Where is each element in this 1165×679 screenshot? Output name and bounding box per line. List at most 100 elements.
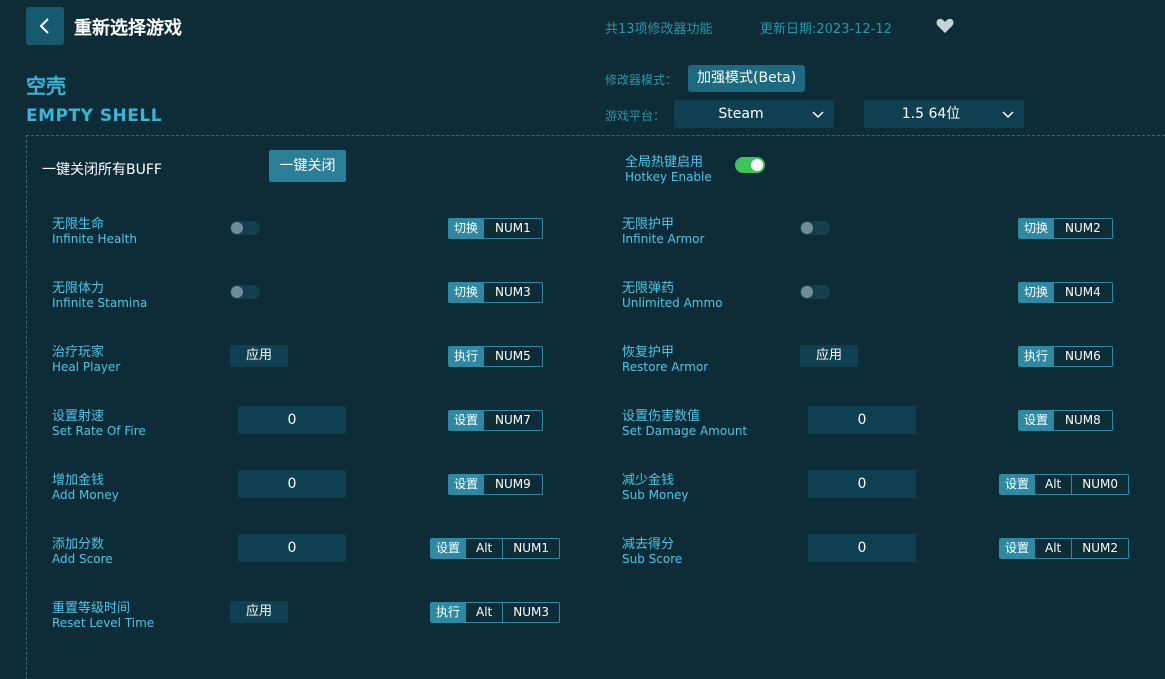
hotkey-key: NUM1: [483, 219, 542, 238]
mode-button[interactable]: 加强模式(Beta): [688, 65, 806, 92]
infinite-stamina-toggle[interactable]: [230, 285, 260, 299]
set-damage-amount-label-cn: 设置伤害数值: [622, 409, 701, 424]
infinite-stamina-hotkey[interactable]: 切换 NUM3: [448, 282, 543, 303]
unlimited-ammo-label-cn: 无限弹药: [622, 281, 675, 296]
back-button[interactable]: [26, 7, 64, 45]
hotkey-action: 设置: [449, 475, 484, 494]
sub-score-input[interactable]: 0: [808, 534, 916, 562]
platform-value: Steam: [718, 106, 764, 122]
hotkey-modifier: Alt: [465, 603, 502, 622]
infinite-armor-label-cn: 无限护甲: [622, 217, 675, 232]
hotkey-action: 设置: [431, 539, 466, 558]
hotkey-action: 切换: [1019, 219, 1054, 238]
add-money-label-en: Add Money: [52, 488, 119, 502]
hotkey-key: NUM8: [1053, 411, 1112, 430]
heal-player-label-en: Heal Player: [52, 360, 121, 374]
sub-money-hotkey[interactable]: 设置 Alt NUM0: [999, 474, 1130, 495]
version-value: 1.5 64位: [901, 106, 961, 122]
add-score-hotkey[interactable]: 设置 Alt NUM1: [430, 538, 561, 559]
platform-select[interactable]: Steam: [674, 100, 834, 128]
cheat-panel: [26, 135, 1165, 679]
unlimited-ammo-label-en: Unlimited Ammo: [622, 296, 723, 310]
all-off-button[interactable]: 一键关闭: [269, 150, 346, 182]
add-score-label-cn: 添加分数: [52, 537, 105, 552]
unlimited-ammo-hotkey[interactable]: 切换 NUM4: [1018, 282, 1113, 303]
game-name-cn: 空壳: [26, 74, 66, 98]
add-money-hotkey[interactable]: 设置 NUM9: [448, 474, 543, 495]
add-score-input[interactable]: 0: [238, 534, 346, 562]
all-off-label: 一键关闭所有BUFF: [42, 162, 162, 178]
heal-player-label-cn: 治疗玩家: [52, 345, 105, 360]
hotkey-toggle[interactable]: [735, 157, 765, 173]
hotkey-modifier: Alt: [465, 539, 502, 558]
reset-level-time-hotkey[interactable]: 执行 Alt NUM3: [430, 602, 561, 623]
hotkey-action: 执行: [449, 347, 484, 366]
feature-count: 共13项修改器功能: [605, 22, 713, 37]
reset-level-time-apply-button[interactable]: 应用: [230, 601, 288, 623]
version-select[interactable]: 1.5 64位: [864, 100, 1024, 128]
hotkey-key: NUM2: [1053, 219, 1112, 238]
hotkey-action: 切换: [1019, 283, 1054, 302]
hotkey-action: 执行: [431, 603, 466, 622]
hotkey-key: NUM2: [1071, 539, 1128, 558]
chevron-down-icon: [1002, 111, 1014, 119]
infinite-health-label-cn: 无限生命: [52, 217, 105, 232]
sub-money-label-cn: 减少金钱: [622, 473, 675, 488]
hotkey-key: NUM3: [483, 283, 542, 302]
chevron-down-icon: [812, 111, 824, 119]
app-title: 重新选择游戏: [74, 18, 182, 39]
set-rate-of-fire-hotkey[interactable]: 设置 NUM7: [448, 410, 543, 431]
infinite-armor-toggle[interactable]: [800, 221, 830, 235]
set-damage-amount-input[interactable]: 0: [808, 406, 916, 434]
platform-label: 游戏平台：: [605, 109, 666, 123]
restore-armor-label-en: Restore Armor: [622, 360, 709, 374]
set-rate-of-fire-input[interactable]: 0: [238, 406, 346, 434]
add-money-input[interactable]: 0: [238, 470, 346, 498]
set-damage-amount-label-en: Set Damage Amount: [622, 424, 748, 438]
mode-label: 修改器模式：: [605, 73, 678, 87]
hotkey-key: NUM7: [483, 411, 542, 430]
add-score-label-en: Add Score: [52, 552, 113, 566]
infinite-stamina-label-cn: 无限体力: [52, 281, 105, 296]
sub-score-label-cn: 减去得分: [622, 537, 675, 552]
infinite-armor-label-en: Infinite Armor: [622, 232, 705, 246]
sub-money-input[interactable]: 0: [808, 470, 916, 498]
hotkey-action: 设置: [1000, 539, 1035, 558]
game-name-en: EMPTY SHELL: [26, 106, 163, 126]
hotkey-action: 设置: [449, 411, 484, 430]
set-damage-amount-hotkey[interactable]: 设置 NUM8: [1018, 410, 1113, 431]
sub-score-label-en: Sub Score: [622, 552, 683, 566]
infinite-stamina-label-en: Infinite Stamina: [52, 296, 148, 310]
sub-money-label-en: Sub Money: [622, 488, 689, 502]
hotkey-key: NUM0: [1071, 475, 1128, 494]
hotkey-action: 切换: [449, 219, 484, 238]
hotkey-action: 设置: [1019, 411, 1054, 430]
infinite-health-toggle[interactable]: [230, 221, 260, 235]
add-money-label-cn: 增加金钱: [52, 473, 105, 488]
reset-level-time-label-cn: 重置等级时间: [52, 601, 131, 616]
infinite-health-label-en: Infinite Health: [52, 232, 137, 246]
heal-player-hotkey[interactable]: 执行 NUM5: [448, 346, 543, 367]
set-rate-of-fire-label-cn: 设置射速: [52, 409, 105, 424]
set-rate-of-fire-label-en: Set Rate Of Fire: [52, 424, 146, 438]
update-date: 更新日期:2023-12-12: [760, 22, 892, 37]
hotkey-action: 执行: [1019, 347, 1054, 366]
restore-armor-apply-button[interactable]: 应用: [800, 345, 858, 367]
heal-player-apply-button[interactable]: 应用: [230, 345, 288, 367]
hotkey-key: NUM6: [1053, 347, 1112, 366]
infinite-health-hotkey[interactable]: 切换 NUM1: [448, 218, 543, 239]
hotkey-key: NUM9: [483, 475, 542, 494]
hotkey-modifier: Alt: [1034, 475, 1071, 494]
sub-score-hotkey[interactable]: 设置 Alt NUM2: [999, 538, 1130, 559]
hotkey-key: NUM4: [1053, 283, 1112, 302]
heart-icon[interactable]: [936, 18, 954, 34]
hotkey-key: NUM5: [483, 347, 542, 366]
hotkey-action: 设置: [1000, 475, 1035, 494]
restore-armor-hotkey[interactable]: 执行 NUM6: [1018, 346, 1113, 367]
hotkey-key: NUM3: [502, 603, 559, 622]
restore-armor-label-cn: 恢复护甲: [622, 345, 675, 360]
infinite-armor-hotkey[interactable]: 切换 NUM2: [1018, 218, 1113, 239]
unlimited-ammo-toggle[interactable]: [800, 285, 830, 299]
hotkey-label-cn: 全局热键启用: [625, 155, 704, 170]
hotkey-key: NUM1: [502, 539, 559, 558]
